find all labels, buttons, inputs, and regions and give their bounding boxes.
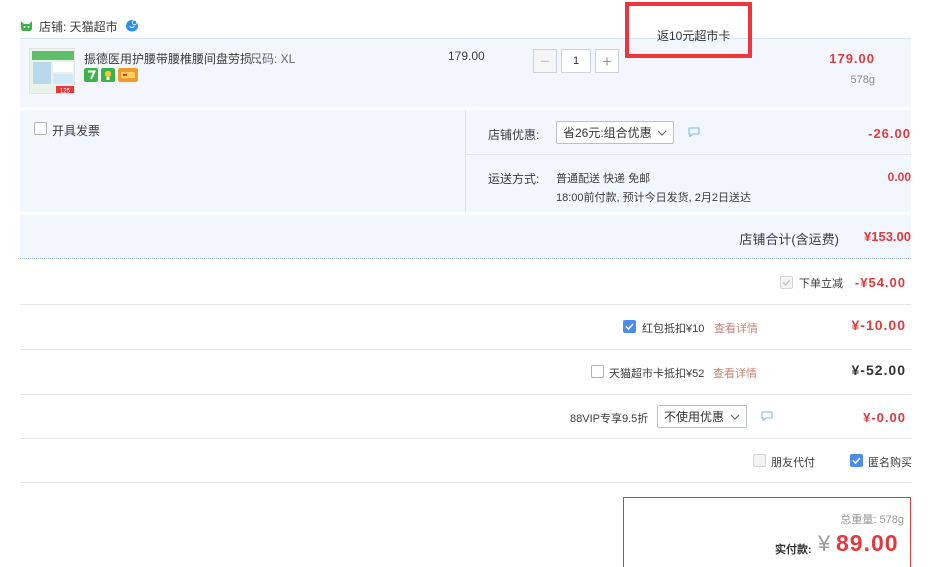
chat-icon[interactable] — [688, 127, 700, 137]
pay-amount: 89.00 — [836, 530, 899, 556]
card-icon — [118, 68, 138, 82]
quantity-input[interactable]: 1 — [561, 49, 591, 73]
shipping-label: 运送方式: — [488, 172, 540, 186]
product-sku: 尺码: XL — [250, 52, 296, 66]
shop-total-label: 店铺合计(含运费) — [739, 232, 839, 247]
rebate-label: 返10元超市卡 — [657, 29, 731, 43]
anonymous-label[interactable]: 匿名购买 — [868, 454, 912, 470]
shipping-method: 普通配送 快递 免邮 — [556, 173, 651, 185]
product-title[interactable]: 振德医用护腰带腰椎腰间盘劳损... — [84, 50, 262, 67]
service-badges — [84, 68, 138, 82]
shipping-eta: 18:00前付款, 预计今日发货, 2月2日送达 — [556, 192, 751, 204]
friend-pay-checkbox — [753, 454, 766, 467]
check-icon — [852, 457, 861, 465]
thumb-badge: 125 — [60, 89, 71, 95]
item-subtotal: 179.00 — [829, 51, 875, 66]
vip-discount-amount: ¥-0.00 — [863, 410, 906, 425]
invoice-label[interactable]: 开具发票 — [52, 122, 100, 139]
row-divider — [20, 482, 911, 483]
check-icon — [625, 323, 634, 331]
redpacket-checkbox[interactable] — [623, 320, 636, 333]
row-divider — [20, 394, 911, 395]
shop-promo-select[interactable]: 省26元:组合优惠 — [556, 121, 674, 144]
vip-discount-select[interactable]: 不使用优惠 — [657, 405, 747, 428]
chat-icon[interactable] — [761, 411, 773, 421]
row-divider — [20, 304, 911, 305]
options-divider — [466, 154, 911, 155]
item-weight: 578g — [850, 74, 875, 86]
wangwang-icon[interactable] — [125, 19, 139, 33]
tmall-card-amount: ¥-52.00 — [851, 362, 906, 378]
shop-promo-label: 店铺优惠: — [488, 128, 540, 142]
chevron-down-icon — [657, 130, 667, 136]
service-icon — [101, 68, 115, 82]
product-image-icon: 125 — [30, 49, 74, 95]
options-divider — [465, 110, 466, 212]
row-divider — [20, 349, 911, 350]
quantity-stepper: − 1 + — [533, 49, 619, 73]
redpacket-label: 红包抵扣¥10 — [642, 323, 705, 335]
tmall-card-label: 天猫超市卡抵扣¥52 — [609, 368, 705, 380]
redpacket-details-link[interactable]: 查看详情 — [714, 320, 758, 336]
tmall-card-details-link[interactable]: 查看详情 — [713, 365, 757, 381]
unit-price: 179.00 — [448, 49, 485, 63]
shop-name[interactable]: 店铺: 天猫超市 — [39, 18, 118, 35]
tmall-cat-icon — [21, 21, 32, 31]
currency-symbol: ¥ — [818, 531, 831, 556]
friend-pay-label: 朋友代付 — [771, 457, 815, 469]
anonymous-checkbox[interactable] — [850, 454, 863, 467]
shop-total-amount: ¥153.00 — [864, 229, 911, 244]
instant-discount-checkbox — [780, 276, 793, 289]
row-divider — [20, 438, 911, 439]
shop-promo-amount: -26.00 — [868, 126, 911, 141]
pay-amount-label: 实付款: — [775, 544, 812, 556]
total-weight: 总重量: 578g — [840, 514, 904, 526]
order-item-row: 125 振德医用护腰带腰椎腰间盘劳损... 尺码: XL 179.00 − 1 … — [20, 38, 911, 107]
instant-discount-amount: -¥54.00 — [854, 275, 906, 290]
redpacket-amount: ¥-10.00 — [851, 317, 906, 333]
product-thumbnail[interactable]: 125 — [29, 48, 75, 94]
quantity-increase-button[interactable]: + — [595, 49, 619, 73]
seven-day-return-icon — [84, 68, 98, 82]
shop-header: 店铺: 天猫超市 — [20, 16, 139, 36]
vip-discount-label: 88VIP专享9.5折 — [570, 413, 649, 425]
tmall-card-checkbox[interactable] — [591, 365, 604, 378]
quantity-decrease-button[interactable]: − — [533, 49, 557, 73]
instant-discount-label: 下单立减 — [799, 278, 843, 290]
chevron-down-icon — [730, 414, 740, 420]
shipping-amount: 0.00 — [887, 170, 911, 184]
vip-discount-selected: 不使用优惠 — [664, 410, 725, 424]
invoice-checkbox[interactable] — [34, 122, 47, 135]
check-icon — [782, 279, 791, 286]
shop-promo-selected: 省26元:组合优惠 — [563, 126, 652, 140]
